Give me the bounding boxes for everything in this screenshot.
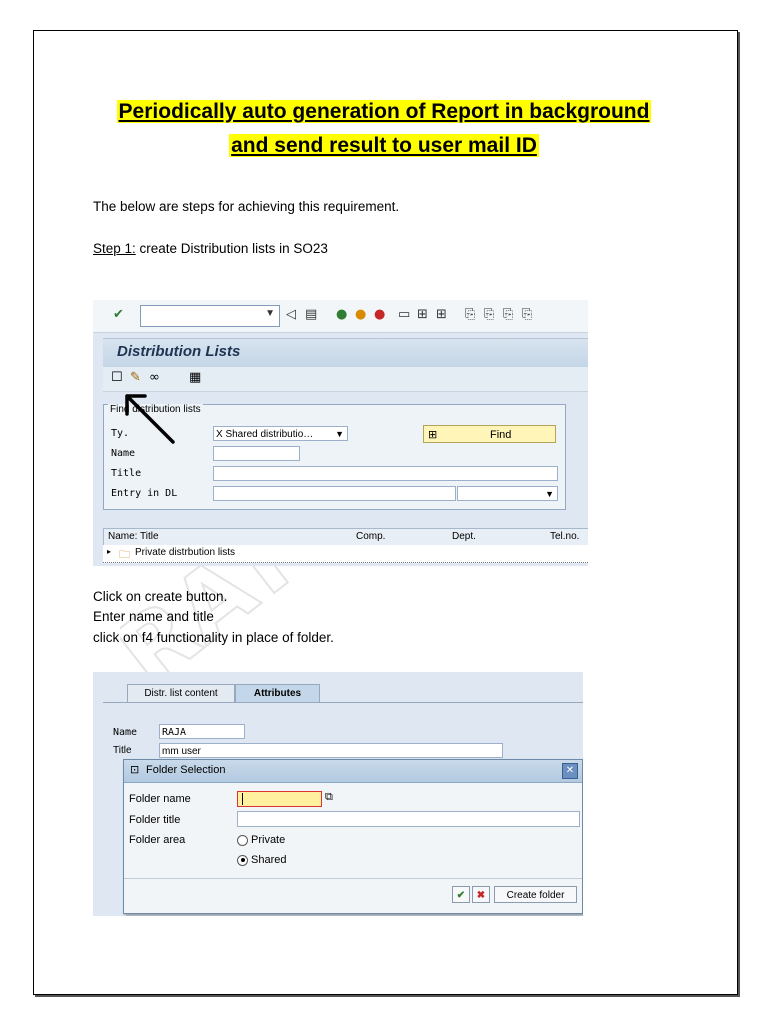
dialog-title: Folder Selection: [146, 764, 226, 776]
step1-text: create Distribution lists in SO23: [135, 241, 328, 256]
f4-help-icon[interactable]: ⧉: [325, 790, 333, 804]
dialog-icon: ⊡: [130, 763, 140, 776]
confirm-icon[interactable]: ✔: [452, 886, 470, 903]
close-icon[interactable]: ✕: [562, 763, 578, 779]
doc-title-line2: and send result to user mail ID: [0, 134, 768, 158]
title-field[interactable]: mm user: [159, 743, 503, 758]
name-label: Name: [113, 727, 138, 738]
screen-title-bar: Distribution Lists: [103, 338, 588, 367]
tab-attributes[interactable]: Attributes: [235, 684, 320, 702]
text-cursor: [242, 793, 243, 805]
radio-circle: [237, 834, 248, 846]
last-page-icon[interactable]: ⎘: [522, 307, 532, 322]
save-icon[interactable]: ▤: [305, 307, 317, 322]
create-icon[interactable]: ☐: [111, 370, 123, 385]
folder-name-label: Folder name: [129, 793, 191, 805]
title-input[interactable]: [213, 466, 558, 481]
next-page-icon[interactable]: ⎘: [503, 307, 513, 322]
radio-circle-selected: [237, 854, 248, 866]
chevron-down-icon[interactable]: ▼: [265, 308, 275, 319]
exit-icon[interactable]: ●: [355, 307, 366, 322]
name-label: Name: [111, 448, 136, 459]
column-dept[interactable]: Dept.: [452, 531, 476, 542]
first-page-icon[interactable]: ⎘: [465, 307, 475, 322]
find-button[interactable]: ⊞ Find: [423, 425, 556, 443]
column-name-title[interactable]: Name: Title: [108, 531, 159, 542]
intro-text: The below are steps for achieving this r…: [93, 199, 400, 214]
ty-dropdown[interactable]: X Shared distributio… ▼: [213, 426, 348, 441]
step1-label: Step 1:: [93, 241, 136, 256]
title-label: Title: [113, 745, 132, 756]
binoculars-icon: ⊞: [428, 428, 438, 441]
instruction-2: Enter name and title: [93, 609, 214, 624]
step1-line: Step 1: create Distribution lists in SO2…: [93, 241, 328, 256]
chevron-down-icon[interactable]: ▼: [335, 427, 344, 442]
folder-area-label: Folder area: [129, 834, 186, 846]
folder-title-input[interactable]: [237, 811, 580, 827]
previous-page-icon[interactable]: ⎘: [484, 307, 494, 322]
cancel-icon[interactable]: ✖: [472, 886, 490, 903]
find-next-icon[interactable]: ⊞: [436, 307, 447, 322]
folder-icon: 🗀: [119, 549, 130, 561]
folder-selection-dialog: ⊡ Folder Selection ✕ Folder name ⧉ Folde…: [123, 759, 583, 914]
private-radio[interactable]: Private: [237, 834, 285, 846]
chevron-down-icon[interactable]: ▼: [545, 487, 554, 502]
standard-toolbar: ✔ ▼ ◁ ▤ ● ● ● ▭ ⊞ ⊞ ⎘ ⎘ ⎘ ⎘: [93, 300, 588, 333]
dialog-title-bar: ⊡ Folder Selection ✕: [124, 760, 582, 783]
column-telno[interactable]: Tel.no.: [550, 531, 579, 542]
create-folder-button[interactable]: Create folder: [494, 886, 577, 903]
doc-title-line1: Periodically auto generation of Report i…: [0, 100, 768, 124]
find-icon[interactable]: ⊞: [417, 307, 428, 322]
change-icon[interactable]: ✎: [130, 370, 141, 385]
back-arrow-icon[interactable]: ◁: [286, 307, 296, 322]
cancel-icon[interactable]: ●: [374, 307, 385, 322]
folder-title-label: Folder title: [129, 814, 181, 826]
back-icon[interactable]: ●: [336, 307, 347, 322]
title-label: Title: [111, 468, 142, 479]
name-input[interactable]: [213, 446, 300, 461]
enter-icon[interactable]: ✔: [113, 307, 124, 322]
instruction-3: click on f4 functionality in place of fo…: [93, 630, 334, 645]
folder-name-input[interactable]: [237, 791, 322, 807]
name-field[interactable]: RAJA: [159, 724, 245, 739]
doc-title-line1-text: Periodically auto generation of Report i…: [116, 100, 652, 123]
screen-title: Distribution Lists: [117, 343, 241, 360]
shared-label: Shared: [251, 854, 287, 866]
ty-value: X Shared distributio…: [216, 429, 314, 440]
tab-distr-list-content[interactable]: Distr. list content: [127, 684, 235, 702]
table-row[interactable]: ▸ 🗀 Private distrbution lists: [103, 545, 588, 563]
tab-divider: [103, 702, 583, 703]
private-label: Private: [251, 834, 286, 846]
row-label: Private distrbution lists: [135, 547, 236, 558]
find-button-label: Find: [490, 429, 512, 441]
entry-label: Entry in DL: [111, 488, 178, 499]
arrow-annotation: [125, 394, 175, 444]
sap-screen-attributes: Distr. list content Attributes Name RAJA…: [93, 672, 583, 916]
dialog-divider: [124, 878, 582, 879]
command-field[interactable]: ▼: [140, 305, 280, 327]
column-comp[interactable]: Comp.: [356, 531, 385, 542]
print-icon[interactable]: ▭: [398, 307, 410, 322]
entry-type-dropdown[interactable]: ▼: [457, 486, 558, 501]
entry-input[interactable]: [213, 486, 456, 501]
doc-title-line2-text: and send result to user mail ID: [229, 134, 539, 157]
shared-radio[interactable]: Shared: [237, 854, 286, 866]
expand-arrow-icon[interactable]: ▸: [107, 547, 111, 556]
instruction-1: Click on create button.: [93, 589, 228, 604]
list-icon[interactable]: ▦: [189, 370, 201, 385]
display-icon[interactable]: ∞: [149, 370, 160, 385]
